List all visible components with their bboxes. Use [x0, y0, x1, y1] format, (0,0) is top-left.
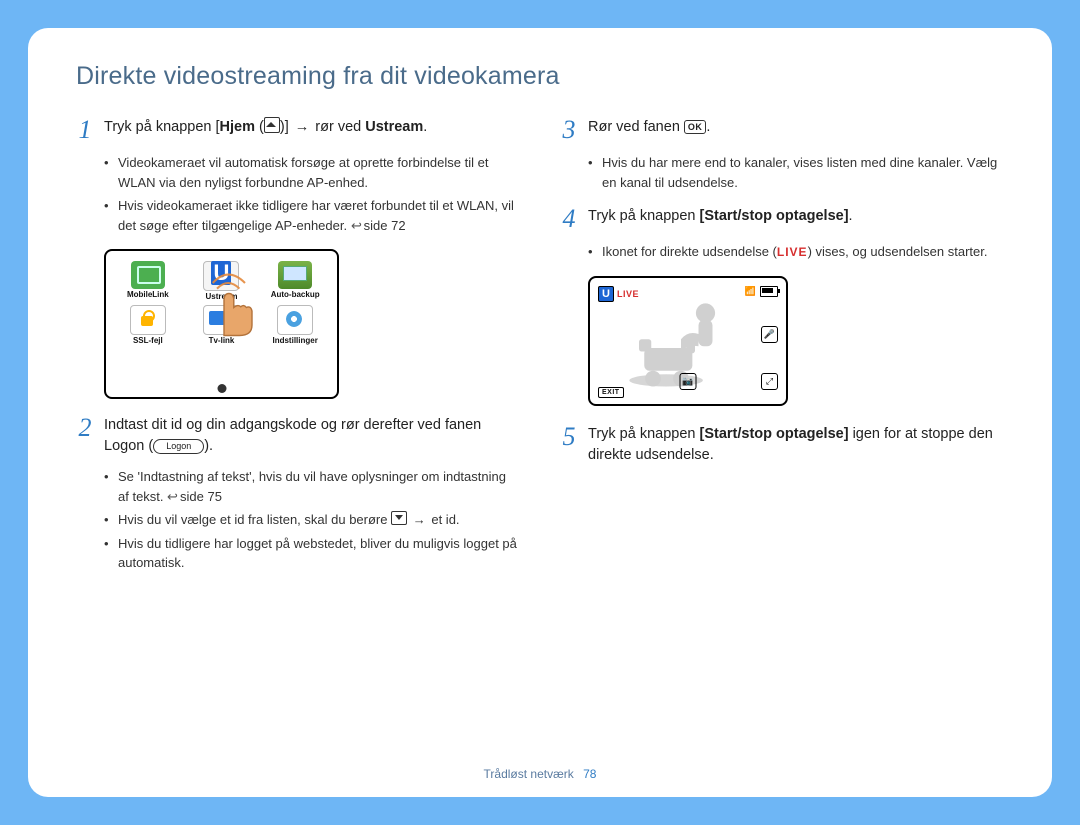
step-2-text: Indtast dit id og din adgangskode og rør… [104, 415, 520, 457]
step-2-bullet-3: Hvis du tidligere har logget på webstede… [104, 534, 520, 573]
step-3: 3 Rør ved fanen OK. [560, 117, 1004, 143]
step-4-text: Tryk på knappen [Start/stop optagelse]. [588, 206, 1004, 227]
step-number-5: 5 [560, 424, 578, 450]
step-1: 1 Tryk på knappen [Hjem ()] → rør ved Us… [76, 117, 520, 143]
home-icon [264, 117, 280, 133]
exit-chip: EXIT [598, 387, 624, 398]
step-1-text: Tryk på knappen [Hjem ()] → rør ved Ustr… [104, 117, 520, 138]
step-5: 5 Tryk på knappen [Start/stop optagelse]… [560, 424, 1004, 466]
overlay-bottom-right: ⤢ [761, 373, 778, 396]
ref-side-72: side 72 [351, 218, 406, 233]
ustream-badge-icon: U [598, 286, 614, 302]
arrow-icon: → [413, 510, 426, 530]
step-2-bullet-1: Se 'Indtastning af tekst', hvis du vil h… [104, 467, 520, 506]
step-number-2: 2 [76, 415, 94, 441]
live-indicator: LIVE [617, 289, 639, 299]
page-indicator-icon [217, 384, 226, 393]
right-column: 3 Rør ved fanen OK. Hvis du har mere end… [560, 117, 1004, 587]
camera-icon: 📷 [680, 373, 697, 390]
grid-mobilelink: MobileLink [127, 261, 169, 301]
footer-section: Trådløst netværk [484, 767, 574, 781]
step-5-text: Tryk på knappen [Start/stop optagelse] i… [588, 424, 1004, 466]
lock-icon [130, 305, 166, 335]
step-1-bullet-1: Videokameraet vil automatisk forsøge at … [104, 153, 520, 192]
step-1-bullet-2: Hvis videokameraet ikke tidligere har væ… [104, 196, 520, 235]
home-grid-screenshot: MobileLink Ustream Auto-backup SSL-fejl … [104, 249, 339, 399]
live-badge-inline: LIVE [777, 245, 808, 259]
ustream-icon [203, 261, 239, 291]
step-4: 4 Tryk på knappen [Start/stop optagelse]… [560, 206, 1004, 232]
dropdown-icon [391, 511, 407, 525]
tvlink-icon [203, 305, 239, 335]
autobackup-icon [278, 261, 312, 289]
logon-chip: Logon [153, 439, 204, 454]
ok-chip: OK [684, 120, 707, 134]
live-stream-screenshot: U LIVE 📶 🎤 ⤢ 📷 EXIT [588, 276, 788, 406]
battery-icon [760, 286, 778, 297]
content-columns: 1 Tryk på knappen [Hjem ()] → rør ved Us… [76, 117, 1004, 587]
step-number-3: 3 [560, 117, 578, 143]
overlay-top-right: 📶 [745, 286, 778, 297]
step-number-4: 4 [560, 206, 578, 232]
step-4-bullet-1: Ikonet for direkte udsendelse (LIVE) vis… [588, 242, 1004, 262]
step-3-bullet-1: Hvis du har mere end to kanaler, vises l… [588, 153, 1004, 192]
overlay-bottom-left: EXIT [598, 386, 624, 396]
overlay-bottom-center: 📷 [680, 373, 697, 396]
page-footer: Trådløst netværk 78 [28, 767, 1052, 781]
gear-icon [277, 305, 313, 335]
step-3-text: Rør ved fanen OK. [588, 117, 1004, 138]
grid-ustream: Ustream [203, 261, 239, 301]
step-4-bullets: Ikonet for direkte udsendelse (LIVE) vis… [588, 242, 1004, 262]
manual-page: Direkte videostreaming fra dit videokame… [28, 28, 1052, 797]
page-title: Direkte videostreaming fra dit videokame… [76, 62, 1004, 91]
mobilelink-icon [131, 261, 165, 289]
grid-indstillinger: Indstillinger [272, 305, 317, 345]
arrow-icon: → [295, 117, 310, 138]
footer-page-number: 78 [583, 767, 596, 781]
step-number-1: 1 [76, 117, 94, 143]
step-2-bullets: Se 'Indtastning af tekst', hvis du vil h… [104, 467, 520, 573]
step-2-bullet-2: Hvis du vil vælge et id fra listen, skal… [104, 510, 520, 530]
ref-side-75: side 75 [167, 489, 222, 504]
overlay-top-left: U LIVE [598, 286, 639, 302]
overlay-right-mic: 🎤 [761, 326, 778, 349]
step-3-bullets: Hvis du har mere end to kanaler, vises l… [588, 153, 1004, 192]
mic-icon: 🎤 [761, 326, 778, 343]
step-2: 2 Indtast dit id og din adgangskode og r… [76, 415, 520, 457]
grid-tvlink: Tv-link [203, 305, 239, 345]
wifi-icon: 📶 [745, 286, 756, 297]
left-column: 1 Tryk på knappen [Hjem ()] → rør ved Us… [76, 117, 520, 587]
grid-sslfejl: SSL-fejl [130, 305, 166, 345]
step-1-bullets: Videokameraet vil automatisk forsøge at … [104, 153, 520, 235]
expand-icon: ⤢ [761, 373, 778, 390]
grid-autobackup: Auto-backup [271, 261, 320, 301]
